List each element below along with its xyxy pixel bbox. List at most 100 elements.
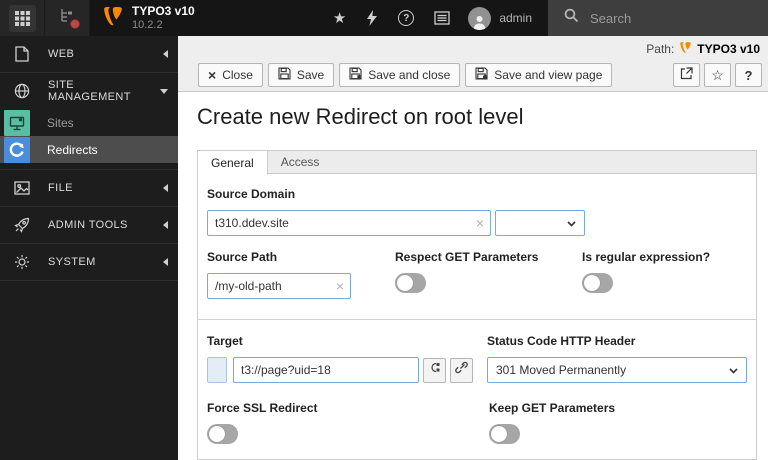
sidebar-item-label: ADMIN TOOLS: [48, 219, 128, 231]
save-button[interactable]: Save: [267, 63, 335, 87]
sidebar-item-redirects[interactable]: Redirects: [0, 136, 178, 163]
toggle-knob: [491, 426, 507, 442]
source-path-label: Source Path: [207, 250, 278, 264]
tab-access[interactable]: Access: [268, 151, 333, 173]
link-browser-button[interactable]: [450, 357, 473, 383]
star-outline-icon: ☆: [711, 67, 724, 83]
respect-get-label: Respect GET Parameters: [395, 250, 539, 264]
clear-cache-bolt-icon[interactable]: [366, 10, 378, 26]
topbar-search[interactable]: Search: [548, 0, 768, 36]
file-icon: [13, 46, 30, 62]
general-tab-panel: Source Domain ×: [197, 174, 757, 460]
open-new-window-icon: [680, 67, 693, 83]
bookmark-button[interactable]: ☆: [704, 63, 731, 87]
system-information-icon[interactable]: [434, 11, 450, 25]
sidebar-item-sites[interactable]: Sites: [0, 109, 178, 136]
link-icon: [455, 361, 468, 379]
username-label: admin: [499, 11, 532, 25]
page-title: Create new Redirect on root level: [197, 104, 524, 129]
force-ssl-toggle[interactable]: [207, 424, 238, 444]
tab-general[interactable]: General: [197, 150, 268, 175]
save-button-label: Save: [296, 68, 325, 82]
target-label: Target: [207, 334, 243, 348]
insert-record-button[interactable]: [423, 357, 446, 383]
sidebar-item-admin-tools[interactable]: ADMIN TOOLS: [0, 207, 178, 243]
clear-icon[interactable]: ×: [336, 279, 344, 293]
sidebar-item-site-management[interactable]: SITE MANAGEMENT: [0, 73, 178, 109]
source-path-field-wrap: ×: [207, 273, 351, 299]
brand-version: 10.2.2: [132, 18, 163, 31]
keep-get-toggle[interactable]: [489, 424, 520, 444]
image-icon: [13, 181, 30, 195]
avatar: [468, 6, 492, 30]
source-path-input[interactable]: [207, 273, 351, 299]
status-code-select-value: 301 Moved Permanently: [496, 363, 627, 377]
typo3-backend: TYPO3 v10 10.2.2 ★ ? admin Search WEB SI…: [0, 0, 768, 460]
sidebar-item-label: Redirects: [47, 142, 98, 157]
user-menu[interactable]: admin: [468, 0, 548, 36]
source-domain-field-wrap: ×: [207, 210, 491, 236]
save-and-view-button[interactable]: Save and view page: [465, 63, 613, 87]
close-icon: ×: [208, 67, 217, 83]
breadcrumb: Path: TYPO3 v10: [198, 39, 762, 59]
sidebar-item-label: SITE MANAGEMENT: [48, 79, 131, 103]
help-icon[interactable]: ?: [398, 10, 415, 26]
palette-divider: [198, 319, 756, 320]
topbar-brand[interactable]: TYPO3 v10 10.2.2: [90, 0, 207, 36]
path-value: TYPO3 v10: [697, 42, 760, 56]
typo3-logo-small: [679, 41, 692, 57]
module-menu: WEB SITE MANAGEMENT Sites Redirects FILE…: [0, 36, 178, 460]
floppy-view-icon: [475, 67, 488, 83]
collapse-arrow-icon: [163, 258, 168, 266]
toggle-knob: [397, 275, 413, 291]
redirects-module-icon: [4, 136, 30, 163]
sidebar-item-system[interactable]: SYSTEM: [0, 244, 178, 280]
close-button-label: Close: [222, 68, 253, 82]
sidebar-item-file[interactable]: FILE: [0, 170, 178, 206]
brand-text: TYPO3 v10 10.2.2: [132, 4, 195, 31]
is-regex-label: Is regular expression?: [582, 250, 711, 264]
bookmark-star-icon[interactable]: ★: [333, 9, 346, 27]
is-regex-toggle[interactable]: [582, 273, 613, 293]
search-placeholder: Search: [590, 10, 632, 26]
collapse-arrow-icon: [163, 184, 168, 192]
sidebar-item-label: FILE: [48, 182, 73, 194]
modules-menu-button[interactable]: [0, 0, 45, 36]
source-domain-input[interactable]: [207, 210, 491, 236]
expand-arrow-icon: [160, 88, 168, 94]
pagetree-toggle-button[interactable]: [45, 0, 90, 36]
docheader: Path: TYPO3 v10 × Close Save Save and cl…: [178, 36, 768, 92]
status-code-label: Status Code HTTP Header: [487, 334, 636, 348]
save-and-close-button[interactable]: Save and close: [339, 63, 461, 87]
source-domain-label: Source Domain: [207, 187, 296, 201]
target-field-wrap: [233, 357, 419, 383]
docheader-help-button[interactable]: ?: [735, 63, 762, 87]
close-button[interactable]: × Close: [198, 63, 263, 87]
path-label: Path:: [646, 42, 675, 56]
clear-icon[interactable]: ×: [476, 216, 484, 230]
save-and-view-button-label: Save and view page: [494, 68, 603, 82]
target-input[interactable]: [233, 357, 419, 383]
source-domain-select[interactable]: [495, 210, 585, 236]
floppy-icon: [278, 67, 291, 83]
toggle-knob: [584, 275, 600, 291]
docheader-buttons: × Close Save Save and close Save and vie…: [198, 63, 762, 87]
question-icon: ?: [744, 67, 753, 83]
globe-icon: [13, 83, 30, 99]
insert-record-icon: [428, 361, 441, 379]
module-body: Create new Redirect on root level Genera…: [178, 92, 768, 460]
open-new-window-button[interactable]: [673, 63, 700, 87]
sidebar-item-label: SYSTEM: [48, 256, 96, 268]
sidebar-item-label: WEB: [48, 48, 75, 60]
sidebar-item-web[interactable]: WEB: [0, 36, 178, 72]
sidebar-item-label: Sites: [47, 115, 74, 130]
search-icon: [564, 8, 579, 28]
save-and-close-button-label: Save and close: [368, 68, 451, 82]
pagetree-status-badge: [70, 19, 80, 29]
rocket-icon: [13, 217, 30, 233]
tab-bar: General Access: [197, 150, 757, 175]
collapse-arrow-icon: [163, 50, 168, 58]
respect-get-toggle[interactable]: [395, 273, 426, 293]
status-code-select[interactable]: 301 Moved Permanently: [487, 357, 747, 383]
